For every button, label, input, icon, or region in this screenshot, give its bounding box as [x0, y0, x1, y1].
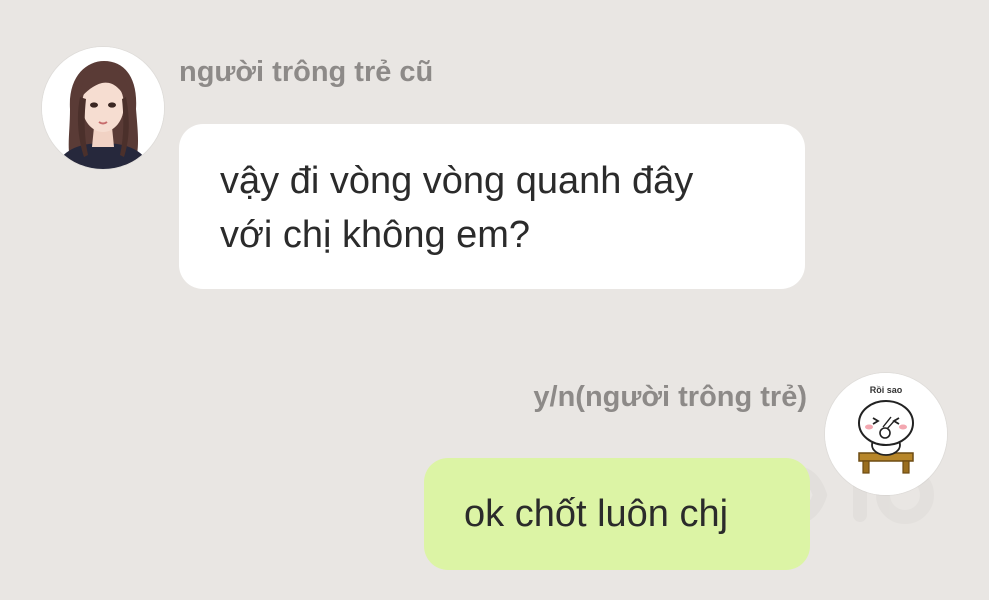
incoming-message-bubble[interactable]: vậy đi vòng vòng quanh đây với chị không…	[179, 124, 805, 289]
incoming-sender-name: người trông trẻ cũ	[179, 56, 434, 88]
anime-girl-avatar-icon	[42, 47, 164, 169]
incoming-avatar[interactable]	[42, 47, 164, 169]
sticker-avatar-icon: Rồi sao	[825, 373, 947, 495]
outgoing-message-bubble[interactable]: ok chốt luôn chj	[424, 458, 810, 570]
outgoing-sender-name: y/n(người trông trẻ)	[533, 381, 807, 413]
chat-conversation: người trông trẻ cũ vậy đi vòng vòng quan…	[0, 0, 989, 600]
outgoing-avatar[interactable]: Rồi sao	[825, 373, 947, 495]
incoming-message-text: vậy đi vòng vòng quanh đây với chị không…	[220, 160, 694, 256]
sticker-caption: Rồi sao	[870, 385, 903, 395]
outgoing-message-text: ok chốt luôn chj	[464, 493, 729, 535]
